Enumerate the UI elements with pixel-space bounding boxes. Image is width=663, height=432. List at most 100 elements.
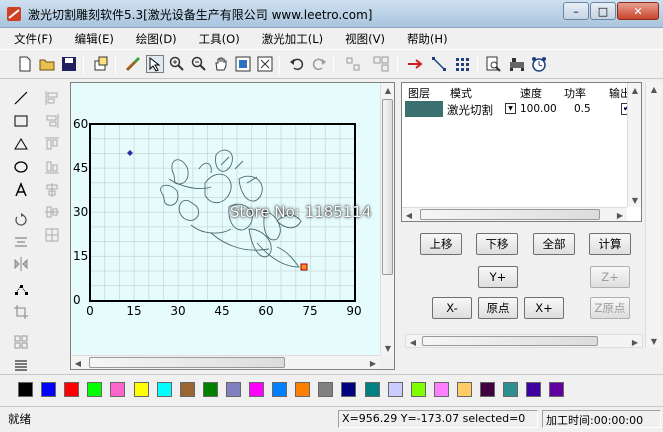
menu-tools[interactable]: 工具(O) xyxy=(185,28,248,48)
align-left-tool[interactable] xyxy=(42,88,62,108)
move-down-button[interactable]: 下移 xyxy=(476,233,518,255)
color-swatch[interactable] xyxy=(341,382,357,397)
color-swatch[interactable] xyxy=(133,382,149,397)
clock-button[interactable] xyxy=(530,55,548,73)
close-button[interactable]: ✕ xyxy=(617,2,659,20)
scroll-down-icon[interactable]: ▼ xyxy=(381,341,395,355)
node-edit-button[interactable] xyxy=(430,55,448,73)
panel-vertical-scrollbar[interactable]: ▲ ▼ xyxy=(645,82,661,348)
laser-path-button[interactable] xyxy=(406,55,424,73)
table-row[interactable]: 激光切割 ▼ 100.00 0.5 ✔ xyxy=(402,100,633,118)
z-plus-button[interactable]: Z+ xyxy=(590,266,630,288)
zoom-out-button[interactable] xyxy=(190,55,208,73)
origin-button[interactable]: 原点 xyxy=(478,297,518,319)
color-swatch[interactable] xyxy=(87,382,103,397)
layer-speed[interactable]: 100.00 xyxy=(520,103,557,115)
menu-view[interactable]: 视图(V) xyxy=(331,28,393,48)
color-swatch[interactable] xyxy=(225,382,241,397)
color-swatch[interactable] xyxy=(295,382,311,397)
menu-draw[interactable]: 绘图(D) xyxy=(122,28,185,48)
color-swatch[interactable] xyxy=(549,382,565,397)
center-v-tool[interactable] xyxy=(42,202,62,222)
align-tool[interactable] xyxy=(11,232,31,252)
canvas-drawing-area[interactable]: 0 15 30 45 60 75 90 60 45 30 15 0 xyxy=(71,83,380,355)
canvas-hscroll-thumb[interactable] xyxy=(89,357,285,368)
layer-power[interactable]: 0.5 xyxy=(574,103,591,115)
scroll-up-icon[interactable]: ▲ xyxy=(647,82,661,96)
menu-edit[interactable]: 编辑(E) xyxy=(61,28,122,48)
canvas-horizontal-scrollbar[interactable]: ◀ ▶ xyxy=(71,355,380,369)
redo-button[interactable] xyxy=(310,55,328,73)
zoom-in-button[interactable] xyxy=(168,55,186,73)
center-tool[interactable] xyxy=(42,225,62,245)
color-swatch[interactable] xyxy=(364,382,380,397)
scroll-right-icon[interactable]: ▶ xyxy=(613,208,627,222)
rotate-tool[interactable] xyxy=(11,210,31,230)
group-button[interactable] xyxy=(344,55,362,73)
color-swatch[interactable] xyxy=(110,382,126,397)
x-minus-button[interactable]: X- xyxy=(432,297,472,319)
line-tool[interactable] xyxy=(11,88,31,108)
scroll-left-icon[interactable]: ◀ xyxy=(406,335,420,349)
color-swatch[interactable] xyxy=(526,382,542,397)
color-swatch[interactable] xyxy=(179,382,195,397)
color-swatch[interactable] xyxy=(249,382,264,397)
color-swatch[interactable] xyxy=(18,382,33,397)
polygon-tool[interactable] xyxy=(11,134,31,154)
rectangle-tool[interactable] xyxy=(11,111,31,131)
calculate-button[interactable]: 计算 xyxy=(589,233,631,255)
minimize-button[interactable]: – xyxy=(563,2,589,20)
x-plus-button[interactable]: X+ xyxy=(524,297,564,319)
scroll-left-icon[interactable]: ◀ xyxy=(402,208,416,222)
layer-vertical-scrollbar[interactable]: ▲ ▼ xyxy=(627,83,641,207)
scroll-up-icon[interactable]: ▲ xyxy=(628,83,642,97)
select-button[interactable] xyxy=(146,55,164,73)
color-swatch[interactable] xyxy=(272,382,288,397)
save-button[interactable] xyxy=(60,55,78,73)
color-swatch[interactable] xyxy=(410,382,426,397)
color-swatch[interactable] xyxy=(456,382,472,397)
scroll-down-icon[interactable]: ▼ xyxy=(628,193,642,207)
align-right-tool[interactable] xyxy=(42,111,62,131)
color-swatch[interactable] xyxy=(64,382,80,397)
layer-horizontal-scrollbar[interactable]: ◀ ▶ xyxy=(402,207,627,221)
center-h-tool[interactable] xyxy=(42,180,62,200)
zoom-extent-button[interactable] xyxy=(256,55,274,73)
scroll-down-icon[interactable]: ▼ xyxy=(647,334,661,348)
scroll-up-icon[interactable]: ▲ xyxy=(381,83,395,97)
move-up-button[interactable]: 上移 xyxy=(420,233,462,255)
color-swatch[interactable] xyxy=(156,382,172,397)
menu-laser[interactable]: 激光加工(L) xyxy=(248,28,331,48)
color-swatch[interactable] xyxy=(318,382,334,397)
maximize-button[interactable]: □ xyxy=(590,2,616,20)
color-swatch[interactable] xyxy=(202,382,218,397)
scroll-right-icon[interactable]: ▶ xyxy=(366,356,380,370)
layer-color-swatch[interactable] xyxy=(405,101,443,117)
canvas-vscroll-thumb[interactable] xyxy=(382,99,393,275)
select-all-button[interactable]: 全部 xyxy=(533,233,575,255)
brush-button[interactable] xyxy=(124,55,142,73)
crop-tool[interactable] xyxy=(11,302,31,322)
control-horizontal-scrollbar[interactable]: ◀ ▶ xyxy=(405,334,643,348)
undo-button[interactable] xyxy=(288,55,306,73)
node-tool[interactable] xyxy=(11,280,31,300)
text-tool[interactable] xyxy=(11,180,31,200)
preview-button[interactable] xyxy=(484,55,502,73)
mode-dropdown-icon[interactable]: ▼ xyxy=(505,103,516,114)
control-hscroll-thumb[interactable] xyxy=(422,336,598,346)
align-top-tool[interactable] xyxy=(42,134,62,154)
fit-page-button[interactable] xyxy=(234,55,252,73)
array-button[interactable] xyxy=(454,55,472,73)
color-swatch[interactable] xyxy=(503,382,519,397)
canvas-vertical-scrollbar[interactable]: ▲ ▼ xyxy=(380,83,394,355)
color-swatch[interactable] xyxy=(433,382,449,397)
menu-file[interactable]: 文件(F) xyxy=(0,28,61,48)
layers-tool[interactable] xyxy=(11,354,31,374)
color-swatch[interactable] xyxy=(41,382,57,397)
new-file-button[interactable] xyxy=(16,55,34,73)
import-button[interactable] xyxy=(92,55,110,73)
open-button[interactable] xyxy=(38,55,56,73)
mirror-tool[interactable] xyxy=(11,254,31,274)
machine-button[interactable] xyxy=(508,55,526,73)
scroll-right-icon[interactable]: ▶ xyxy=(628,335,642,349)
